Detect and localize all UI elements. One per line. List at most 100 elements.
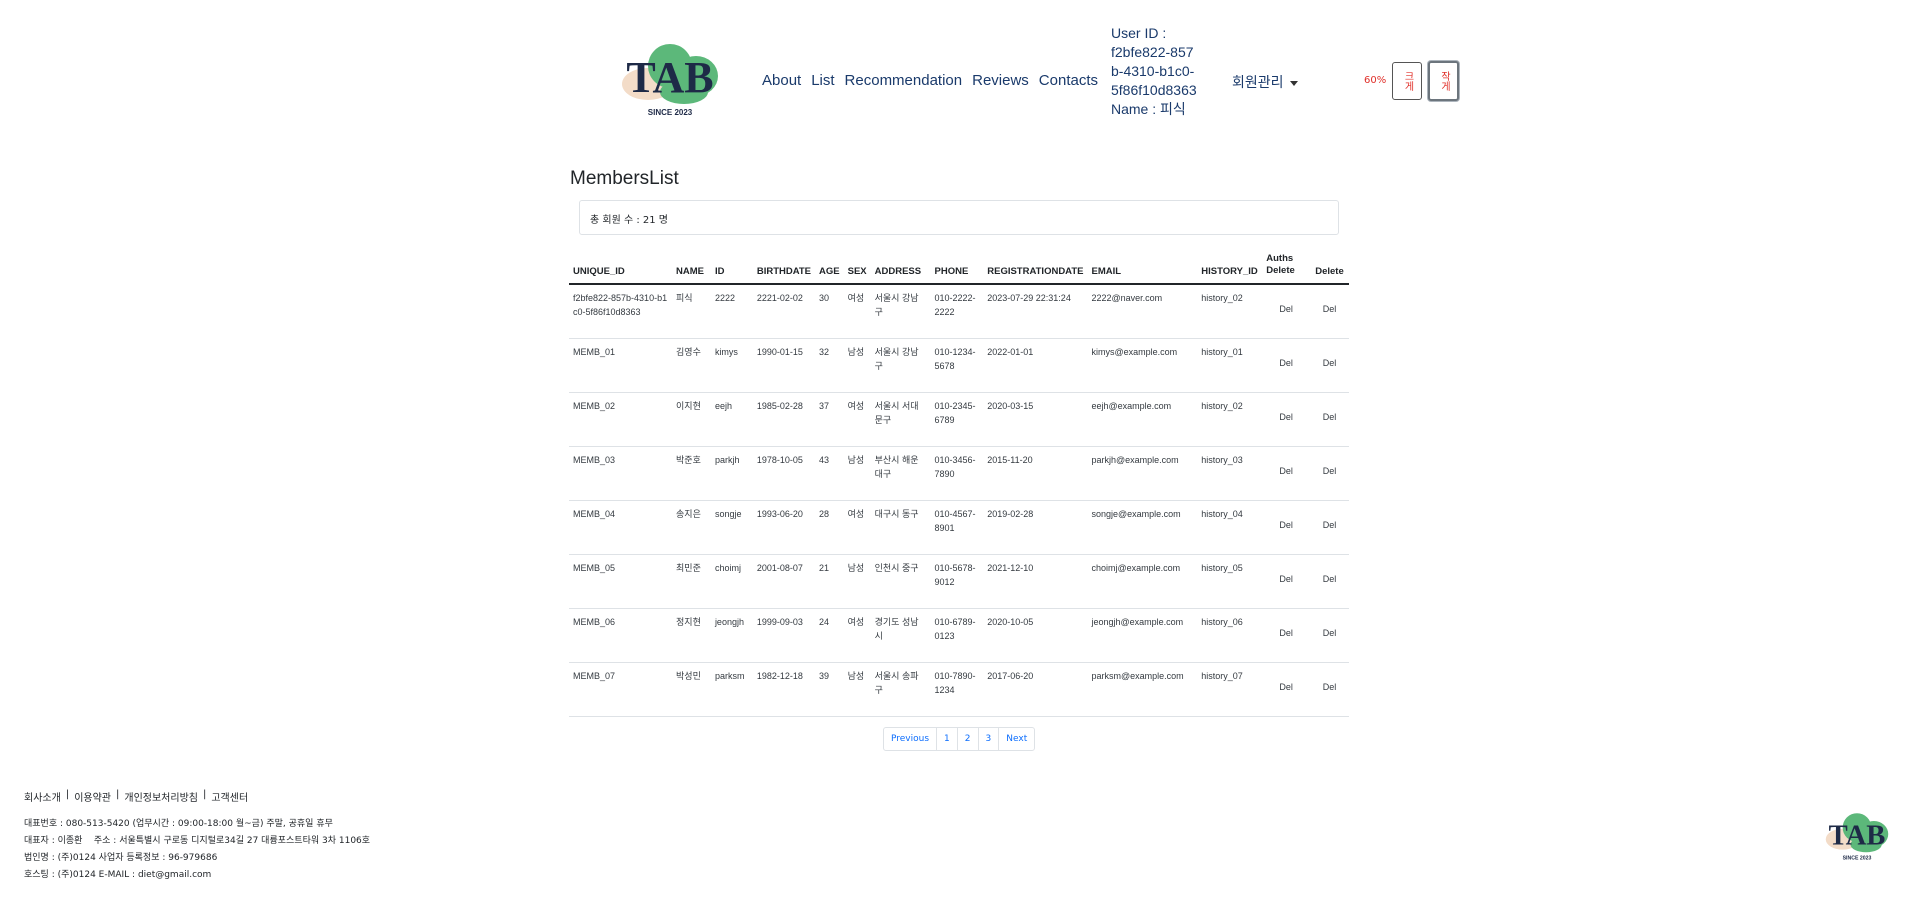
delete-cell: Del (1309, 608, 1349, 663)
delete-button[interactable]: Del (1323, 412, 1337, 422)
cell-name: 최민준 (672, 554, 711, 609)
cell-name: 피식 (672, 284, 711, 339)
cell-registration-date: 2020-03-15 (983, 392, 1088, 447)
cell-sex: 여성 (843, 608, 871, 663)
pagination-page-2[interactable]: 2 (958, 728, 979, 750)
cell-age: 37 (815, 392, 844, 447)
cell-birthdate: 1990-01-15 (752, 338, 816, 393)
delete-cell: Del (1309, 284, 1349, 339)
cell-birthdate: 1999-09-03 (752, 608, 816, 663)
footer-separator: | (65, 789, 70, 800)
zoom-in-button[interactable]: 크게 (1392, 62, 1422, 100)
auths-delete-cell: Del (1262, 662, 1310, 717)
delete-button[interactable]: Del (1323, 304, 1337, 314)
cell-birthdate: 1978-10-05 (752, 446, 816, 501)
delete-button[interactable]: Del (1323, 520, 1337, 530)
auths-delete-button[interactable]: Del (1279, 466, 1293, 476)
cell-phone: 010-2345-6789 (930, 392, 984, 447)
footer-link-support[interactable]: 고객센터 (211, 789, 248, 804)
nav-contacts[interactable]: Contacts (1039, 72, 1098, 89)
cell-unique-id: f2bfe822-857b-4310-b1c0-5f86f10d8363 (569, 284, 673, 339)
member-management-dropdown[interactable]: 회원관리 (1232, 72, 1298, 92)
tab-logo[interactable]: TAB SINCE 2023 (614, 36, 726, 122)
cell-name: 박준호 (672, 446, 711, 501)
col-birthdate: BIRTHDATE (752, 250, 816, 285)
col-unique-id: UNIQUE_ID (569, 250, 673, 285)
user-id-value: f2bfe822-857b-4310-b1c0-5f86f10d8363 (1111, 44, 1197, 98)
auths-delete-button[interactable]: Del (1279, 304, 1293, 314)
footer-link-terms[interactable]: 이용약관 (74, 789, 111, 804)
nav-reviews[interactable]: Reviews (972, 72, 1029, 89)
cell-email: parkjh@example.com (1087, 446, 1198, 501)
logo-text: TAB (626, 53, 713, 102)
delete-button[interactable]: Del (1323, 574, 1337, 584)
cell-phone: 010-3456-7890 (930, 446, 984, 501)
pagination-page-1[interactable]: 1 (937, 728, 958, 750)
delete-button[interactable]: Del (1323, 682, 1337, 692)
cell-id: choimj (710, 554, 753, 609)
footer-tab-logo-graphic: TAB SINCE 2023 (1825, 813, 1889, 861)
cell-history-id: history_02 (1197, 392, 1263, 447)
footer-company-info: 대표번호 : 080-513-5420 (업무시간 : 09:00-18:00 … (24, 816, 370, 884)
cell-sex: 남성 (843, 446, 871, 501)
auths-delete-button[interactable]: Del (1279, 574, 1293, 584)
cell-sex: 여성 (843, 284, 871, 339)
footer-link-privacy[interactable]: 개인정보처리방침 (124, 789, 198, 804)
cell-age: 21 (815, 554, 844, 609)
cell-id: 2222 (710, 284, 753, 339)
cell-birthdate: 1985-02-28 (752, 392, 816, 447)
footer-hosting: 호스팅 : (주)0124 E-MAIL : diet@gmail.com (24, 870, 212, 880)
delete-button[interactable]: Del (1323, 466, 1337, 476)
footer-phone: 대표번호 : 080-513-5420 (업무시간 : 09:00-18:00 … (24, 819, 333, 829)
cell-id: kimys (710, 338, 753, 393)
auths-delete-button[interactable]: Del (1279, 520, 1293, 530)
cell-id: jeongjh (710, 608, 753, 663)
pagination-page-3[interactable]: 3 (979, 728, 1000, 750)
delete-button[interactable]: Del (1323, 628, 1337, 638)
table-header-row: UNIQUE_ID NAME ID BIRTHDATE AGE SEX ADDR… (569, 250, 1349, 285)
zoom-out-button[interactable]: 작게 (1428, 61, 1459, 101)
col-address: ADDRESS (870, 250, 931, 285)
cell-email: choimj@example.com (1087, 554, 1198, 609)
auths-delete-button[interactable]: Del (1279, 358, 1293, 368)
cell-id: eejh (710, 392, 753, 447)
footer-tab-logo[interactable]: TAB SINCE 2023 (1820, 808, 1894, 864)
auths-delete-cell: Del (1262, 446, 1310, 501)
user-name: Name : 피식 (1111, 101, 1186, 117)
pagination-next[interactable]: Next (999, 728, 1034, 750)
cell-history-id: history_05 (1197, 554, 1263, 609)
auths-delete-cell: Del (1262, 608, 1310, 663)
cell-address: 경기도 성남시 (870, 608, 931, 663)
nav-about[interactable]: About (762, 72, 801, 89)
cell-sex: 남성 (843, 662, 871, 717)
cell-history-id: history_03 (1197, 446, 1263, 501)
cell-unique-id: MEMB_03 (569, 446, 673, 501)
footer-link-about[interactable]: 회사소개 (24, 789, 61, 804)
delete-cell: Del (1309, 338, 1349, 393)
cell-name: 정지현 (672, 608, 711, 663)
auths-delete-button[interactable]: Del (1279, 412, 1293, 422)
pagination-previous[interactable]: Previous (884, 728, 938, 750)
nav-recommendation[interactable]: Recommendation (845, 72, 963, 89)
cell-age: 30 (815, 284, 844, 339)
cell-email: 2222@naver.com (1087, 284, 1198, 339)
table-row: MEMB_03 박준호 parkjh 1978-10-05 43 남성 부산시 해운대구 01… (569, 446, 1349, 501)
delete-button[interactable]: Del (1323, 358, 1337, 368)
auths-delete-button[interactable]: Del (1279, 628, 1293, 638)
cell-phone: 010-1234-5678 (930, 338, 984, 393)
cell-registration-date: 2017-06-20 (983, 662, 1088, 717)
nav-list[interactable]: List (811, 72, 834, 89)
col-phone: PHONE (930, 250, 984, 285)
cell-unique-id: MEMB_01 (569, 338, 673, 393)
auths-delete-button[interactable]: Del (1279, 682, 1293, 692)
table-row: MEMB_02 이지현 eejh 1985-02-28 37 여성 서울시 서대문구 010-… (569, 392, 1349, 447)
main-nav: About List Recommendation Reviews Contac… (762, 72, 1108, 89)
user-info: User ID : f2bfe822-857b-4310-b1c0-5f86f1… (1111, 24, 1201, 119)
delete-cell: Del (1309, 500, 1349, 555)
members-table: UNIQUE_ID NAME ID BIRTHDATE AGE SEX ADDR… (569, 250, 1349, 717)
cell-unique-id: MEMB_07 (569, 662, 673, 717)
cell-email: kimys@example.com (1087, 338, 1198, 393)
delete-cell: Del (1309, 446, 1349, 501)
auths-delete-cell: Del (1262, 500, 1310, 555)
table-row: MEMB_06 정지현 jeongjh 1999-09-03 24 여성 경기도 성남시 01… (569, 608, 1349, 663)
